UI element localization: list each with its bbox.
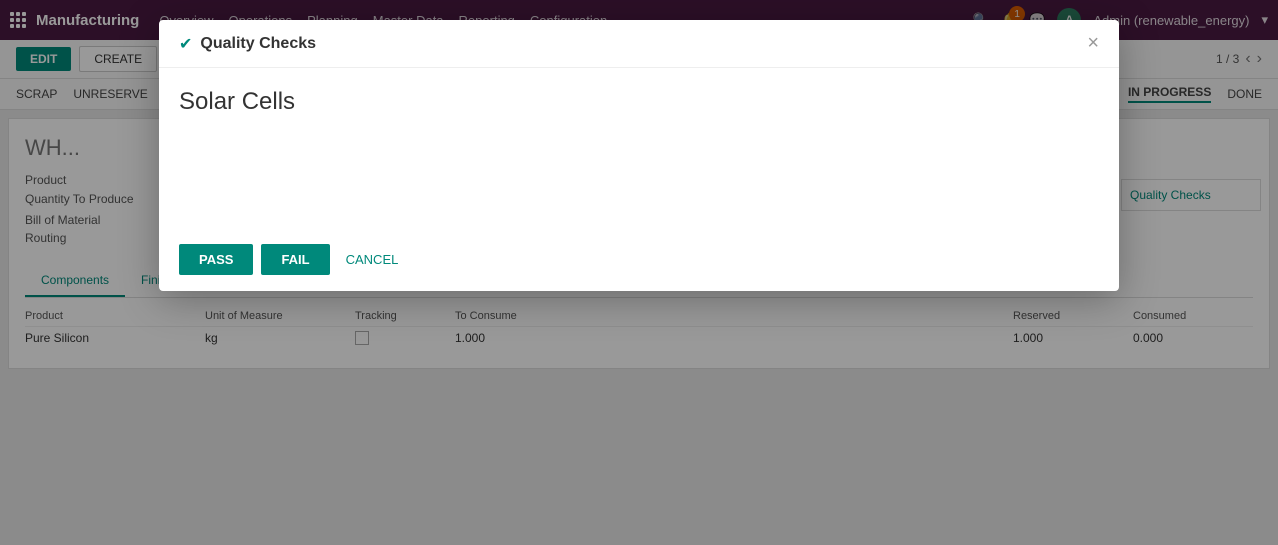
- modal-title: Quality Checks: [200, 35, 1087, 53]
- modal-icon: ✔: [179, 34, 192, 54]
- modal-overlay: ✔ Quality Checks × Solar Cells PASS FAIL…: [0, 0, 1278, 545]
- quality-checks-modal: ✔ Quality Checks × Solar Cells PASS FAIL…: [159, 20, 1119, 291]
- modal-header: ✔ Quality Checks ×: [159, 20, 1119, 68]
- modal-body: Solar Cells: [159, 68, 1119, 228]
- fail-button[interactable]: FAIL: [261, 244, 329, 275]
- modal-product-name: Solar Cells: [179, 88, 1099, 116]
- modal-footer: PASS FAIL CANCEL: [159, 228, 1119, 291]
- pass-button[interactable]: PASS: [179, 244, 253, 275]
- cancel-button[interactable]: CANCEL: [338, 244, 407, 275]
- modal-close-button[interactable]: ×: [1087, 32, 1099, 55]
